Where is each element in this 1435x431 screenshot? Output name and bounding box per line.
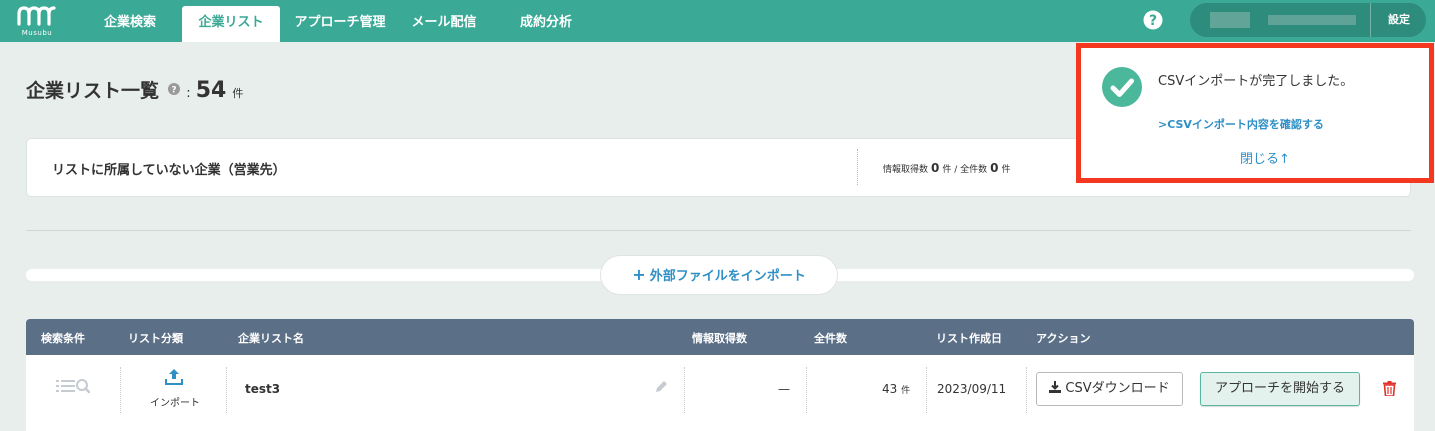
title-colon: : [186, 86, 191, 101]
nav-company-list[interactable]: 企業リスト [182, 6, 280, 42]
chevron-right-icon: > [1158, 118, 1168, 131]
nav-mail[interactable]: メール配信 [400, 6, 488, 42]
toast-close-label: 閉じる [1240, 152, 1280, 167]
list-count-unit: 件 [232, 87, 244, 100]
search-list-icon[interactable] [56, 377, 90, 395]
total-count-value: 43 [882, 382, 898, 396]
unassigned-label: リストに所属していない企業（営業先） [52, 163, 286, 178]
start-approach-button[interactable]: アプローチを開始する [1200, 372, 1360, 406]
total-value: 0 [990, 161, 999, 175]
cell-divider [226, 367, 227, 413]
table-row-next [26, 425, 1414, 431]
logo-icon [17, 6, 56, 26]
created-date: 2023/09/11 [937, 382, 1007, 396]
download-icon [1049, 381, 1062, 393]
svg-text:?: ? [171, 86, 176, 96]
svg-text:?: ? [1149, 13, 1157, 29]
col-total: 全件数 [814, 332, 847, 345]
check-circle-icon [1102, 67, 1142, 107]
plus-icon: + [632, 265, 646, 284]
col-list-name: 企業リスト名 [238, 332, 304, 345]
info-count: — [778, 382, 790, 396]
csv-download-label: CSVダウンロード [1065, 381, 1170, 396]
toast-close-button[interactable]: 閉じる↑ [1240, 148, 1290, 167]
total-count: 43 件 [882, 382, 910, 396]
logo[interactable]: Musubu [16, 4, 58, 38]
cell-divider [1026, 367, 1027, 413]
total-label: 全件数 [960, 165, 988, 175]
toast-message: CSVインポートが完了しました。 [1158, 74, 1354, 89]
info-label: 情報取得数 [883, 165, 929, 175]
arrow-up-icon: ↑ [1279, 152, 1290, 167]
nav-approach[interactable]: アプローチ管理 [288, 6, 392, 42]
trash-icon[interactable] [1383, 381, 1396, 396]
table-row[interactable]: インポート test3 — 43 件 2023/09/11 CSVダウンロード … [26, 355, 1414, 426]
table-header: 検索条件 リスト分類 企業リスト名 情報取得数 全件数 リスト作成日 アクション [26, 319, 1414, 355]
upload-icon [165, 369, 183, 385]
logo-text: Musubu [21, 29, 53, 37]
total-unit: 件 [1001, 165, 1011, 175]
cell-divider [926, 367, 927, 413]
view-import-details-label: CSVインポート内容を確認する [1167, 118, 1324, 131]
help-icon[interactable]: ? [1143, 10, 1163, 30]
cell-divider [120, 367, 121, 413]
info-unit: 件 / [942, 165, 958, 175]
list-category: インポート [150, 398, 200, 409]
col-action: アクション [1036, 332, 1091, 345]
top-nav: Musubu 企業検索 企業リスト アプローチ管理 メール配信 成約分析 ? 設… [0, 0, 1435, 42]
page-title-text: 企業リスト一覧 [26, 80, 160, 102]
cell-divider [684, 367, 685, 413]
col-info-count: 情報取得数 [692, 332, 747, 345]
unassigned-stats: 情報取得数 0 件 / 全件数 0 件 [883, 161, 1011, 175]
list-name-link[interactable]: test3 [245, 382, 280, 396]
nav-analysis[interactable]: 成約分析 [508, 6, 584, 42]
view-import-details-link[interactable]: >CSVインポート内容を確認する [1158, 116, 1324, 132]
cell-divider [806, 367, 807, 413]
page-title: 企業リスト一覧 ? : 54 件 [26, 76, 243, 106]
settings-button[interactable]: 設定 [1370, 3, 1426, 37]
csv-download-button[interactable]: CSVダウンロード [1036, 372, 1183, 406]
section-divider [26, 230, 1411, 231]
question-icon[interactable]: ? [168, 83, 181, 96]
col-created: リスト作成日 [936, 332, 1002, 345]
import-button-label: 外部ファイルをインポート [649, 269, 806, 284]
user-name-redacted [1268, 15, 1356, 25]
col-search-criteria: 検索条件 [41, 332, 85, 345]
nav-company-search[interactable]: 企業検索 [92, 6, 168, 42]
card-divider [857, 149, 858, 185]
edit-icon[interactable] [653, 379, 669, 395]
col-list-category: リスト分類 [128, 332, 183, 345]
user-menu[interactable]: 設定 [1190, 3, 1426, 37]
import-external-file-button[interactable]: + 外部ファイルをインポート [600, 255, 838, 295]
list-count: 54 [195, 78, 227, 103]
user-avatar-redacted [1210, 12, 1250, 28]
total-count-unit: 件 [901, 386, 911, 396]
info-value: 0 [931, 161, 940, 175]
